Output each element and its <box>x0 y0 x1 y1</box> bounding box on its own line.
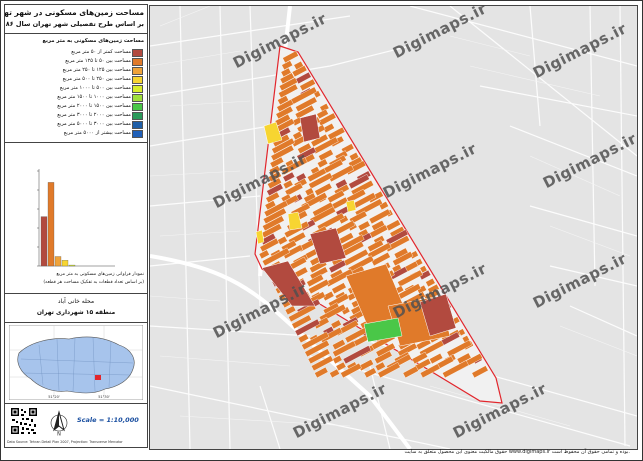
legend-heading: مساحت زمین‌های مسکونی به متر مربع <box>42 38 144 44</box>
inset-map: 51°20' 51°30' <box>8 324 144 401</box>
histogram-bar <box>40 216 48 267</box>
legend-swatch <box>132 94 143 102</box>
location-panel: محله خانی آباد منطقه ۱۵ شهرداری تهران <box>5 294 147 323</box>
histogram-bar <box>68 264 76 267</box>
svg-text:51°30': 51°30' <box>98 395 110 399</box>
district-name: منطقه ۱۵ شهرداری تهران <box>36 309 116 316</box>
main-map[interactable]: Digimaps.ir Digimaps.ir Digimaps.ir Digimap… <box>149 5 638 450</box>
histogram-chart <box>37 169 115 267</box>
legend-item: مساحت بین ۱۵۰۰ تا ۲۰۰۰ متر مربع <box>5 102 147 111</box>
legend: مساحت زمین‌های مسکونی به متر مربع مساحت … <box>5 34 147 143</box>
neighborhood-name: محله خانی آباد <box>57 298 95 305</box>
legend-label: مساحت بین ۲۵۰ تا ۵۰۰ متر مربع <box>62 76 131 82</box>
legend-swatch <box>132 121 143 129</box>
bottom-panel: N Scale = 1:10,000 Data Source: Tehran D… <box>5 403 147 447</box>
histogram-bar <box>47 182 55 267</box>
legend-swatch <box>132 85 143 93</box>
chart-title: نمودار فراوانی زمین‌های مسکونی به متر مر… <box>56 272 144 277</box>
legend-swatch <box>132 130 143 138</box>
legend-item: مساحت بین ۱۰۰۰ تا ۱۵۰۰ متر مربع <box>5 93 147 102</box>
legend-swatch <box>132 103 143 111</box>
legend-item: مساحت بین ۱۲۵ تا ۲۵۰ متر مربع <box>5 66 147 75</box>
legend-label: مساحت بین ۱۰۰۰ تا ۱۵۰۰ متر مربع <box>57 94 131 100</box>
sidebar: مساحت زمین‌های مسکونی در شهر تهران بر اس… <box>4 4 148 448</box>
inset-map-svg: 51°20' 51°30' <box>8 324 144 401</box>
scale-label: Scale = 1:10,000 <box>77 416 139 424</box>
legend-swatch <box>132 49 143 57</box>
legend-swatch <box>132 58 143 66</box>
histogram-bar <box>54 256 62 267</box>
legend-label: مساحت بین ۱۲۵ تا ۲۵۰ متر مربع <box>62 67 131 73</box>
legend-swatch <box>132 67 143 75</box>
svg-text:N: N <box>57 432 61 437</box>
legend-label: مساحت بین ۵۰ تا ۱۲۵ متر مربع <box>65 58 131 64</box>
legend-swatch <box>132 76 143 84</box>
legend-label: مساحت بیشتر از ۵۰۰۰ متر مربع <box>63 130 131 136</box>
legend-swatch <box>132 112 143 120</box>
qr-code-icon <box>10 407 38 435</box>
chart-subtitle: (بر اساس تعداد قطعات به تفکیک مساحت هر ق… <box>43 280 144 285</box>
histogram-bar <box>61 260 69 267</box>
title-block: مساحت زمین‌های مسکونی در شهر تهران بر اس… <box>5 5 147 34</box>
legend-item: مساحت بین ۵۰۰ تا ۱۰۰۰ متر مربع <box>5 84 147 93</box>
legend-label: مساحت بین ۳۰۰۰ تا ۵۰۰۰ متر مربع <box>57 121 131 127</box>
map-title: مساحت زمین‌های مسکونی در شهر تهران <box>4 8 144 17</box>
svg-text:51°20': 51°20' <box>48 395 60 399</box>
legend-item: مساحت بین ۳۰۰۰ تا ۵۰۰۰ متر مربع <box>5 120 147 129</box>
main-map-svg <box>150 6 637 449</box>
legend-label: مساحت بین ۱۵۰۰ تا ۲۰۰۰ متر مربع <box>57 103 131 109</box>
legend-label: مساحت بین ۵۰۰ تا ۱۰۰۰ متر مربع <box>59 85 131 91</box>
data-source-credit: Data Source: Tehran Detail Plan 2007, Pr… <box>7 440 123 444</box>
legend-item: مساحت بین ۲۵۰ تا ۵۰۰ متر مربع <box>5 75 147 84</box>
legend-item: مساحت بین ۵۰ تا ۱۲۵ متر مربع <box>5 57 147 66</box>
legend-item: مساحت کمتر از ۵۰ متر مربع <box>5 48 147 57</box>
copyright-footer: حقوق مالکیت معنوی این محصول متعلق به سای… <box>404 449 630 455</box>
map-subtitle: بر اساس طرح تفصیلی شهر تهران سال ۸۶ <box>5 20 144 28</box>
north-arrow-icon: N <box>50 410 68 437</box>
parcel-yellow <box>345 199 357 213</box>
legend-item: مساحت بین ۲۰۰۰ تا ۳۰۰۰ متر مربع <box>5 111 147 120</box>
histogram-panel: نمودار فراوانی زمین‌های مسکونی به متر مر… <box>5 143 147 294</box>
legend-label: مساحت کمتر از ۵۰ متر مربع <box>71 49 131 55</box>
legend-label: مساحت بین ۲۰۰۰ تا ۳۰۰۰ متر مربع <box>57 112 131 118</box>
study-area-marker <box>95 375 101 380</box>
legend-item: مساحت بیشتر از ۵۰۰۰ متر مربع <box>5 129 147 138</box>
